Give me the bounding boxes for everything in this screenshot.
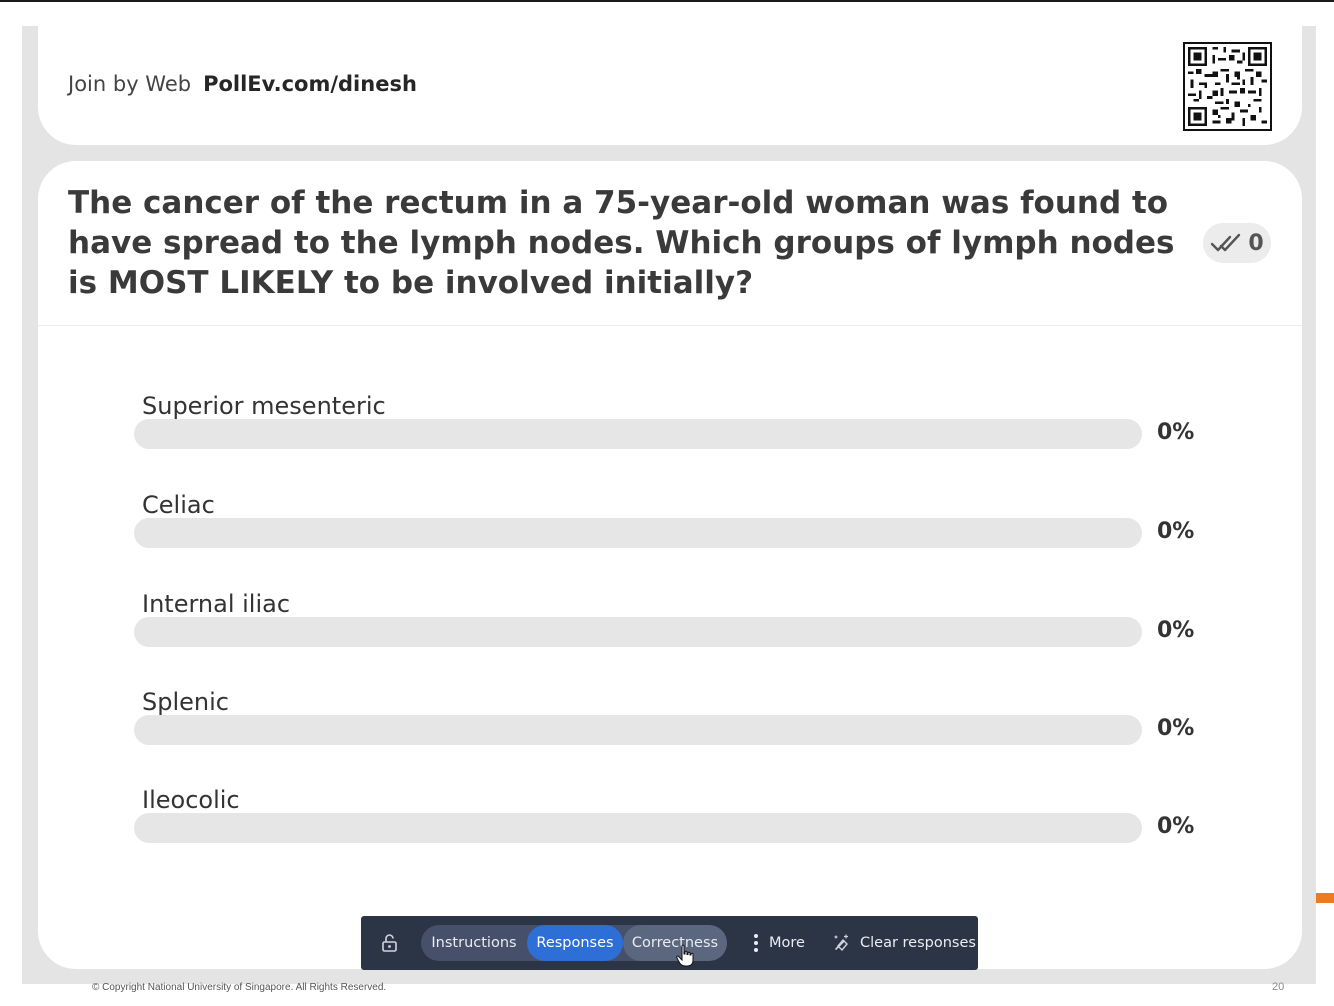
page-number: 20 bbox=[1272, 981, 1285, 993]
question-title: The cancer of the rectum in a 75-year-ol… bbox=[68, 185, 1175, 301]
option-label: Ileocolic bbox=[142, 786, 240, 814]
option-bar-track bbox=[134, 419, 1142, 449]
option-label: Superior mesenteric bbox=[142, 392, 386, 420]
option-row: Superior mesenteric 0% bbox=[134, 392, 1204, 472]
option-row: Celiac 0% bbox=[134, 491, 1204, 571]
option-row: Internal iliac 0% bbox=[134, 590, 1204, 670]
option-percent: 0% bbox=[1157, 519, 1195, 544]
option-row: Ileocolic 0% bbox=[134, 786, 1204, 866]
join-url[interactable]: PollEv.com/dinesh bbox=[203, 72, 417, 96]
top-border-line bbox=[0, 0, 1334, 2]
option-row: Splenic 0% bbox=[134, 688, 1204, 768]
brand-accent-mark bbox=[1316, 893, 1334, 903]
responses-button[interactable]: Responses bbox=[527, 925, 623, 961]
option-bar-track bbox=[134, 617, 1142, 647]
more-label: More bbox=[769, 935, 805, 951]
presenter-toolbar: Instructions Responses Correctness More … bbox=[361, 916, 978, 970]
question-divider bbox=[38, 325, 1302, 326]
more-button[interactable]: More bbox=[753, 925, 805, 961]
option-bar-track bbox=[134, 813, 1142, 843]
response-count: 0 bbox=[1248, 230, 1264, 256]
option-percent: 0% bbox=[1157, 814, 1195, 839]
join-prefix: Join by Web bbox=[68, 72, 192, 96]
qr-code-icon bbox=[1183, 42, 1272, 131]
clear-responses-icon bbox=[834, 934, 849, 952]
clear-responses-button[interactable]: Clear responses bbox=[833, 925, 976, 961]
join-instructions: Join by Web PollEv.com/dinesh bbox=[68, 72, 417, 96]
option-percent: 0% bbox=[1157, 420, 1195, 445]
option-percent: 0% bbox=[1157, 716, 1195, 741]
responses-check-icon bbox=[1211, 233, 1241, 252]
clear-responses-label: Clear responses bbox=[860, 935, 976, 951]
option-bar-track bbox=[134, 518, 1142, 548]
option-percent: 0% bbox=[1157, 618, 1195, 643]
option-label: Internal iliac bbox=[142, 590, 291, 618]
response-count-badge: 0 bbox=[1203, 223, 1271, 263]
option-label: Splenic bbox=[142, 688, 229, 716]
option-bar-track bbox=[134, 715, 1142, 745]
instructions-button[interactable]: Instructions bbox=[421, 925, 527, 961]
more-vertical-icon bbox=[754, 934, 758, 952]
copyright-footer: © Copyright National University of Singa… bbox=[92, 982, 387, 993]
correctness-button[interactable]: Correctness bbox=[623, 925, 727, 961]
option-label: Celiac bbox=[142, 491, 215, 519]
lock-icon[interactable] bbox=[379, 932, 401, 954]
hand-cursor-icon bbox=[676, 944, 694, 967]
